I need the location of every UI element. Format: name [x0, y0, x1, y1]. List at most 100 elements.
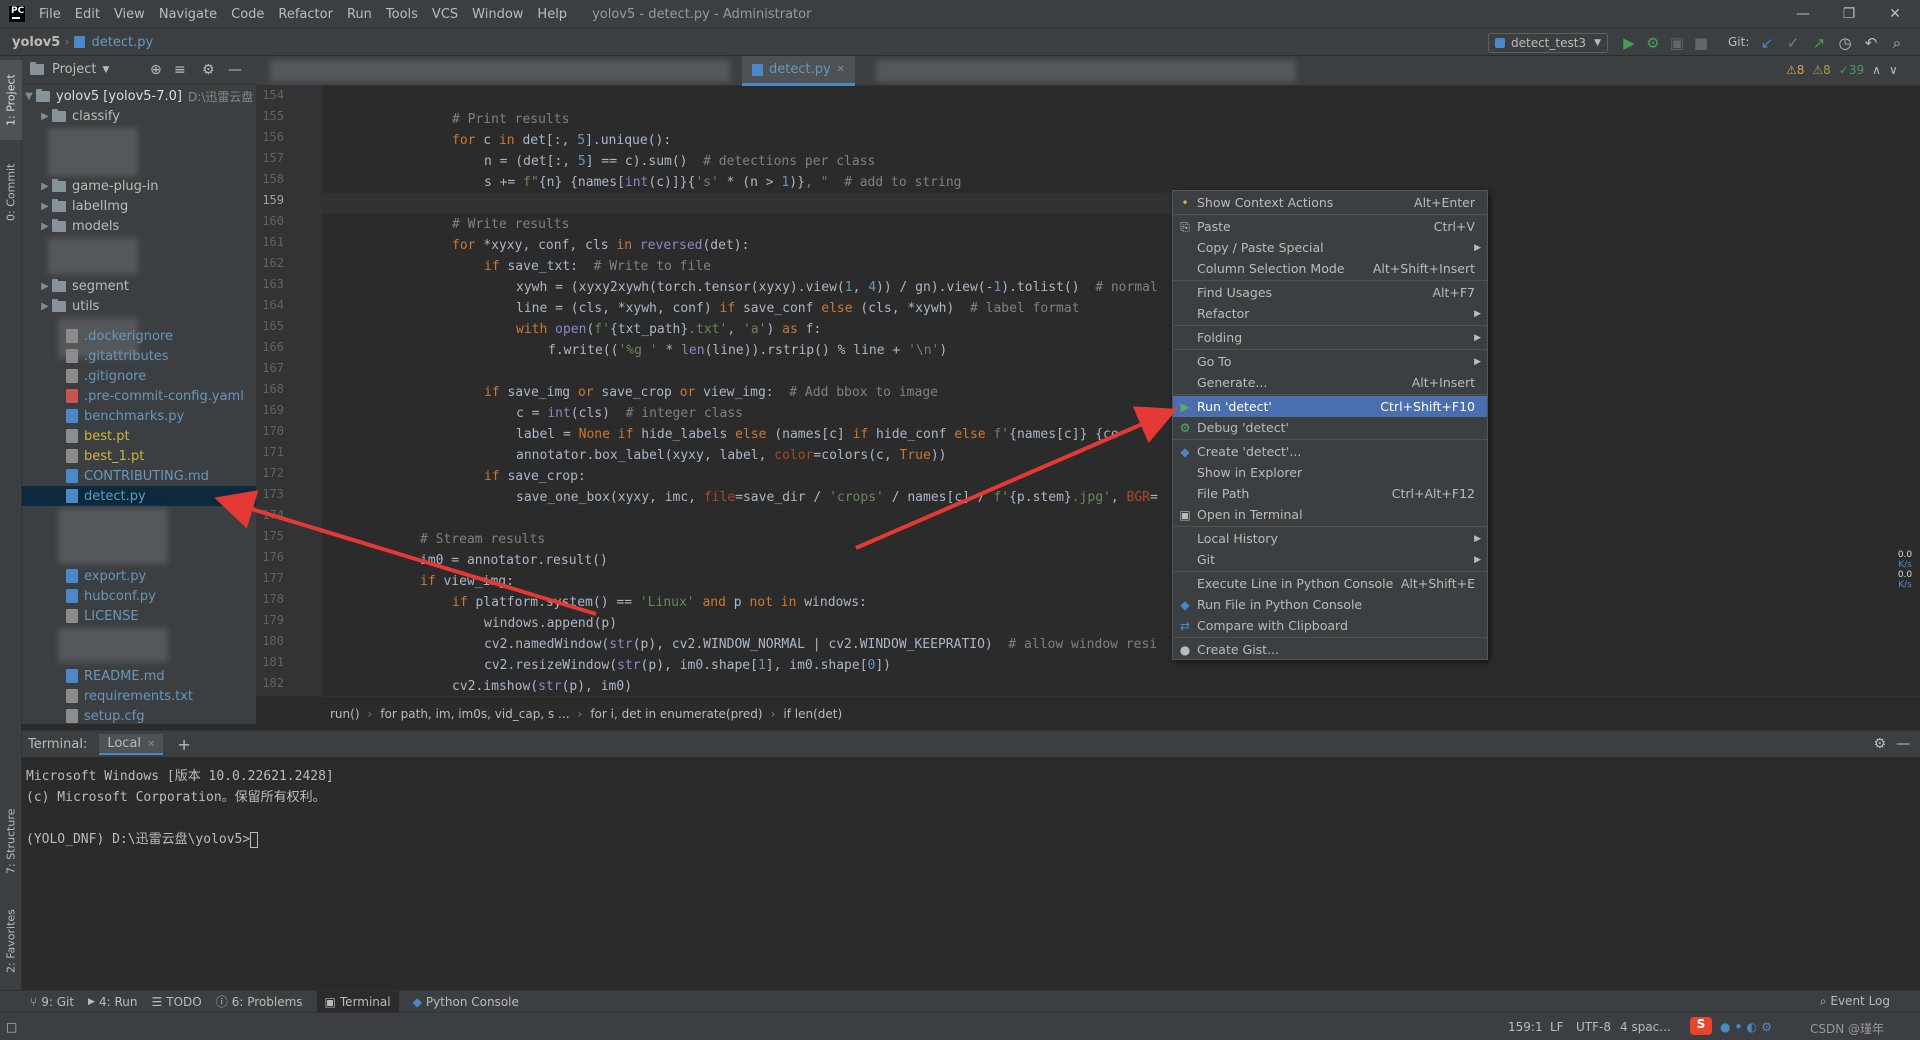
close-icon[interactable]: ✕: [1872, 0, 1918, 28]
menu-item-debug-detect[interactable]: ⚙ Debug 'detect': [1173, 417, 1487, 438]
menu-item-create-gist[interactable]: ● Create Gist...: [1173, 639, 1487, 660]
tool-terminal[interactable]: ▣ Terminal: [316, 990, 399, 1013]
menu-vcs[interactable]: VCS: [425, 7, 465, 22]
search-icon[interactable]: ⌕: [1888, 34, 1906, 52]
terminal-prompt[interactable]: (YOLO_DNF) D:\迅雷云盘\yolov5>: [26, 828, 259, 848]
tree-file-contributing[interactable]: CONTRIBUTING.md: [66, 466, 209, 486]
tool-todo[interactable]: ☰ TODO: [151, 995, 201, 1009]
hide-icon[interactable]: —: [1896, 736, 1910, 752]
tree-folder-models[interactable]: ▶ models: [38, 216, 119, 236]
menu-item-generate[interactable]: Generate... Alt+Insert: [1173, 372, 1487, 393]
tree-file-best1-pt[interactable]: best_1.pt: [66, 446, 144, 466]
caret-position[interactable]: 159:1: [1508, 1020, 1543, 1034]
menu-item-find-usages[interactable]: Find Usages Alt+F7: [1173, 282, 1487, 303]
menu-item-show-context-actions[interactable]: • Show Context Actions Alt+Enter: [1173, 192, 1487, 213]
tree-file-readme[interactable]: README.md: [66, 666, 165, 686]
tab-structure[interactable]: 7: Structure: [0, 796, 22, 886]
breadcrumb-item[interactable]: run(): [330, 707, 360, 721]
tab-commit[interactable]: 0: Commit: [0, 152, 22, 232]
chevron-down-icon[interactable]: ∨: [1889, 63, 1898, 77]
minimize-icon[interactable]: —: [1780, 0, 1826, 28]
menu-item-show-in-explorer[interactable]: Show in Explorer: [1173, 462, 1487, 483]
chevron-down-icon[interactable]: ▼: [102, 65, 109, 75]
file-encoding[interactable]: UTF-8: [1576, 1020, 1611, 1034]
menu-window[interactable]: Window: [465, 7, 530, 22]
chevron-right-icon[interactable]: ▶: [38, 181, 52, 192]
tool-run[interactable]: ▶ 4: Run: [88, 995, 137, 1009]
tree-file-hubconf[interactable]: hubconf.py: [66, 586, 156, 606]
menu-run[interactable]: Run: [340, 7, 379, 22]
gear-icon[interactable]: ⚙: [202, 62, 215, 78]
run-icon[interactable]: ▶: [1620, 34, 1638, 52]
locate-icon[interactable]: ⊕: [150, 62, 162, 78]
tree-folder-classify[interactable]: ▶ classify: [38, 106, 120, 126]
layout-icon[interactable]: □: [6, 1020, 17, 1034]
breadcrumb-item[interactable]: for i, det in enumerate(pred): [590, 707, 762, 721]
tree-file-dockerignore[interactable]: .dockerignore: [66, 326, 173, 346]
coverage-icon[interactable]: ▣: [1668, 34, 1686, 52]
run-config-select[interactable]: detect_test3 ▼: [1488, 33, 1608, 53]
menu-item-refactor[interactable]: Refactor ▶: [1173, 303, 1487, 324]
menu-item-paste[interactable]: ⎘ Paste Ctrl+V: [1173, 216, 1487, 237]
code-editor[interactable]: # Print results for c in det[:, 5].uniqu…: [322, 86, 1920, 696]
breadcrumb-project[interactable]: yolov5: [8, 35, 64, 50]
menu-refactor[interactable]: Refactor: [271, 7, 340, 22]
menu-item-execute-line[interactable]: Execute Line in Python Console Alt+Shift+…: [1173, 573, 1487, 594]
stop-icon[interactable]: ■: [1692, 34, 1710, 52]
menu-navigate[interactable]: Navigate: [152, 7, 224, 22]
menu-item-git[interactable]: Git ▶: [1173, 549, 1487, 570]
tree-file-requirements[interactable]: requirements.txt: [66, 686, 193, 706]
indent-setting[interactable]: 4 spac...: [1620, 1020, 1671, 1034]
git-update-icon[interactable]: ↙: [1758, 34, 1776, 52]
tree-file-gitattributes[interactable]: .gitattributes: [66, 346, 169, 366]
menu-item-go-to[interactable]: Go To ▶: [1173, 351, 1487, 372]
collapse-all-icon[interactable]: ≡: [174, 62, 186, 78]
gear-icon[interactable]: ⚙: [1873, 736, 1886, 752]
tree-file-setup-cfg[interactable]: setup.cfg: [66, 706, 144, 726]
add-tab-icon[interactable]: +: [177, 735, 190, 754]
menu-item-file-path[interactable]: File Path Ctrl+Alt+F12: [1173, 483, 1487, 504]
tool-problems[interactable]: ⓘ 6: Problems: [216, 993, 303, 1010]
tool-git[interactable]: ⑂ 9: Git: [30, 995, 74, 1009]
tool-python-console[interactable]: ◆ Python Console: [413, 995, 519, 1009]
breadcrumb-item[interactable]: for path, im, im0s, vid_cap, s ...: [380, 707, 569, 721]
project-panel-title[interactable]: Project: [52, 62, 96, 77]
hide-icon[interactable]: —: [228, 62, 242, 78]
tab-local[interactable]: Local ✕: [99, 733, 164, 755]
tab-project[interactable]: 1: Project: [0, 60, 22, 140]
inspection-widget[interactable]: ⚠8 ⚠8 ✓39 ∧ ∨: [1786, 63, 1898, 77]
menu-item-run-in-console[interactable]: ◆ Run File in Python Console: [1173, 594, 1487, 615]
breadcrumb-file[interactable]: detect.py: [88, 35, 158, 50]
tree-file-license[interactable]: LICENSE: [66, 606, 139, 626]
menu-item-folding[interactable]: Folding ▶: [1173, 327, 1487, 348]
tree-file-best-pt[interactable]: best.pt: [66, 426, 130, 446]
chevron-up-icon[interactable]: ∧: [1872, 63, 1881, 77]
tree-folder-segment[interactable]: ▶ segment: [38, 276, 129, 296]
close-icon[interactable]: ✕: [147, 739, 155, 750]
menu-edit[interactable]: Edit: [68, 7, 107, 22]
tree-folder-game-plug-in[interactable]: ▶ game-plug-in: [38, 176, 158, 196]
menu-item-copy-paste-special[interactable]: Copy / Paste Special ▶: [1173, 237, 1487, 258]
line-separator[interactable]: LF: [1550, 1020, 1564, 1034]
ime-toolbar-icon[interactable]: ● • ◐ ⚙: [1720, 1020, 1772, 1034]
tree-file-export[interactable]: export.py: [66, 566, 146, 586]
menu-item-local-history[interactable]: Local History ▶: [1173, 528, 1487, 549]
git-push-icon[interactable]: ↗: [1810, 34, 1828, 52]
menu-help[interactable]: Help: [530, 7, 574, 22]
tab-favorites[interactable]: 2: Favorites: [0, 896, 22, 986]
menu-tools[interactable]: Tools: [379, 7, 425, 22]
chevron-right-icon[interactable]: ▶: [38, 281, 52, 292]
tree-file-detect[interactable]: detect.py: [22, 486, 256, 506]
tree-root[interactable]: ▼ yolov5 [yolov5-7.0] D:\迅雷云盘: [22, 86, 256, 106]
event-log[interactable]: ⌕ Event Log: [1820, 994, 1890, 1009]
breadcrumb-item[interactable]: if len(det): [783, 707, 842, 721]
debug-icon[interactable]: ⚙: [1644, 34, 1662, 52]
chevron-down-icon[interactable]: ▼: [22, 91, 36, 102]
menu-item-column-selection[interactable]: Column Selection Mode Alt+Shift+Insert: [1173, 258, 1487, 279]
tab-detect-py[interactable]: detect.py ✕: [742, 56, 856, 86]
menu-code[interactable]: Code: [224, 7, 271, 22]
close-icon[interactable]: ✕: [837, 64, 845, 75]
menu-file[interactable]: File: [32, 7, 68, 22]
tree-file-gitignore[interactable]: .gitignore: [66, 366, 146, 386]
chevron-right-icon[interactable]: ▶: [38, 111, 52, 122]
